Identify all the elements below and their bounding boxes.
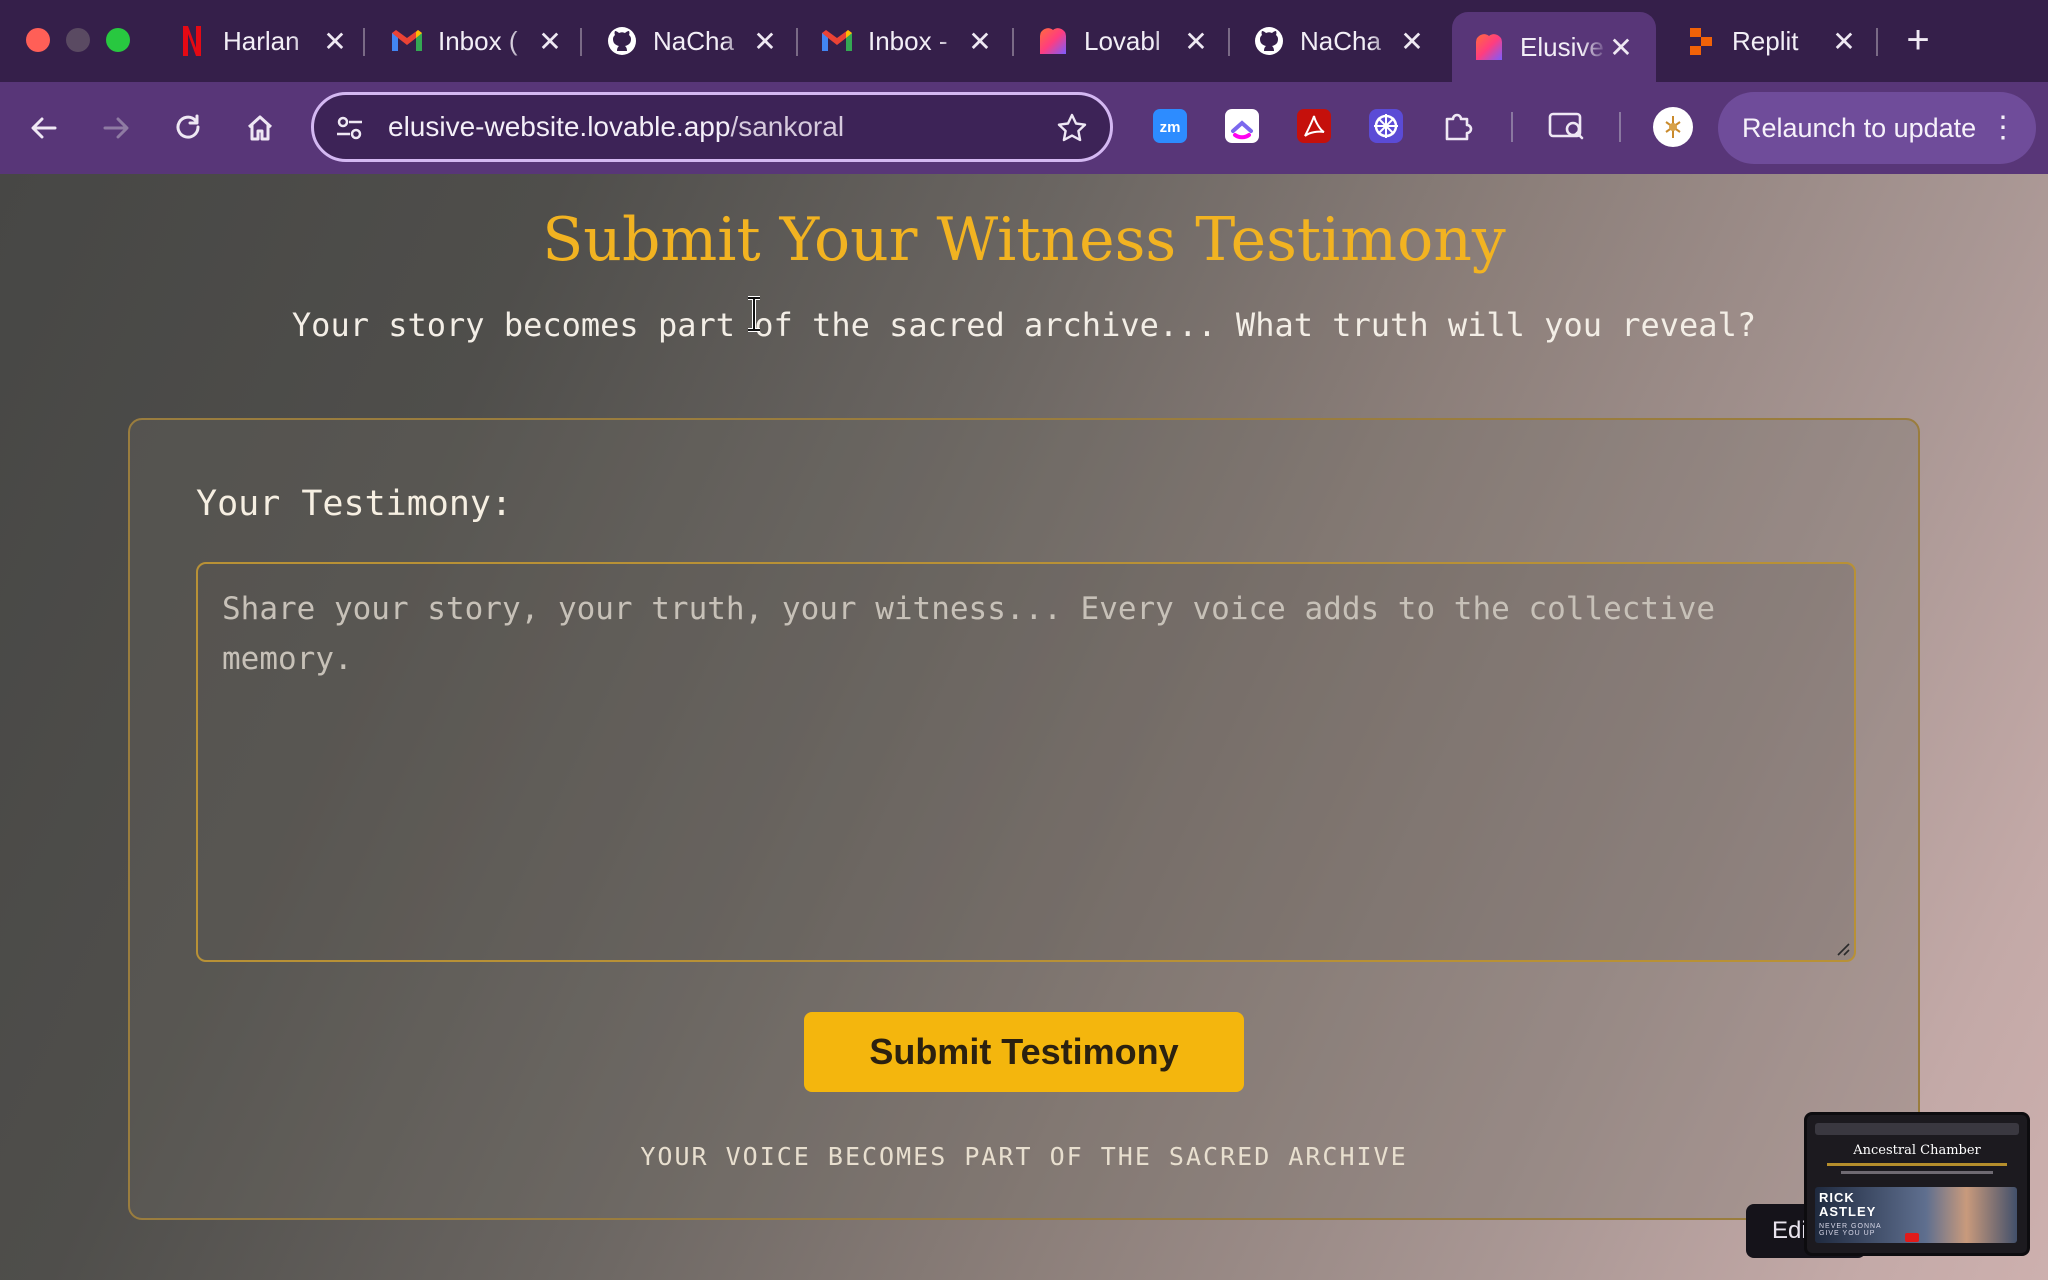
clickup-icon[interactable]	[1225, 109, 1259, 143]
github-icon	[607, 26, 637, 56]
page-title: Submit Your Witness Testimony	[542, 205, 1506, 275]
search-tabs-icon[interactable]	[1548, 109, 1588, 143]
pip-video-subtitle: NEVER GONNA GIVE YOU UP	[1819, 1223, 1882, 1237]
archive-footnote: YOUR VOICE BECOMES PART OF THE SACRED AR…	[640, 1142, 1408, 1171]
more-menu-icon[interactable]: ⋮	[1988, 92, 2018, 164]
gmail-icon	[822, 26, 852, 56]
reload-button[interactable]	[164, 104, 212, 152]
resize-handle-icon[interactable]	[1834, 940, 1850, 956]
reload-icon	[176, 114, 200, 139]
tab-strip: Harlan ✕ Inbox ( ✕ NaCha ✕ Inbox - ✕ Lov…	[0, 0, 2048, 82]
close-tab-icon[interactable]: ✕	[752, 25, 778, 58]
relaunch-label: Relaunch to update	[1742, 113, 1977, 143]
puzzle-icon[interactable]	[1441, 109, 1475, 143]
close-tab-icon[interactable]: ✕	[1608, 31, 1634, 64]
page-subtitle: Your story becomes part of the sacred ar…	[291, 306, 1757, 344]
netflix-icon	[177, 26, 207, 56]
relaunch-to-update-button[interactable]: Relaunch to update ⋮	[1718, 92, 2036, 164]
tab-replit[interactable]: Replit ✕	[1664, 12, 1879, 70]
window-minimize-button[interactable]	[66, 28, 90, 52]
avatar[interactable]	[1653, 107, 1693, 147]
close-tab-icon[interactable]: ✕	[322, 25, 348, 58]
tab-label: Lovabl	[1084, 25, 1161, 56]
url-path: /sankoral	[730, 111, 845, 142]
tab-divider	[1012, 28, 1014, 56]
url-host: elusive-website.lovable.app	[388, 111, 731, 142]
acrobat-icon[interactable]	[1297, 109, 1331, 143]
home-button[interactable]	[236, 104, 284, 152]
tab-lovable[interactable]: Lovabl ✕	[1016, 12, 1231, 70]
close-tab-icon[interactable]: ✕	[1183, 25, 1209, 58]
tab-nacha-2[interactable]: NaCha ✕	[1232, 12, 1447, 70]
toolbar-divider	[1511, 112, 1513, 142]
tab-label: Elusive	[1520, 31, 1604, 62]
text-cursor-icon	[748, 296, 760, 332]
tab-harlan[interactable]: Harlan ✕	[155, 12, 370, 70]
tab-divider	[1228, 28, 1230, 56]
new-tab-button[interactable]: +	[1896, 18, 1940, 62]
arrow-left-icon	[31, 117, 57, 139]
close-tab-icon[interactable]: ✕	[537, 25, 563, 58]
address-bar[interactable]: elusive-website.lovable.app/sankoral	[311, 92, 1113, 162]
tab-elusive-active[interactable]: Elusive ✕	[1452, 12, 1656, 82]
github-icon	[1254, 26, 1284, 56]
tab-label: NaCha	[1300, 25, 1381, 56]
toolbar-divider	[1619, 112, 1621, 142]
lovable-icon	[1038, 26, 1068, 56]
pip-divider	[1841, 1171, 1993, 1174]
gmail-icon	[392, 26, 422, 56]
pip-browser-bar	[1815, 1123, 2019, 1135]
pip-divider	[1827, 1163, 2007, 1166]
pip-title: Ancestral Chamber	[1853, 1143, 1981, 1158]
replit-icon	[1686, 26, 1716, 56]
pip-video-title: RICK ASTLEY	[1819, 1190, 1877, 1219]
tab-label: Inbox (	[438, 25, 518, 56]
site-settings-icon[interactable]	[334, 112, 366, 149]
tab-divider	[580, 28, 582, 56]
window-maximize-button[interactable]	[106, 28, 130, 52]
testimony-label: Your Testimony:	[196, 484, 513, 524]
window-close-button[interactable]	[26, 28, 50, 52]
testimony-form: Your Testimony: Share your story, your t…	[128, 418, 1920, 1220]
close-tab-icon[interactable]: ✕	[1399, 25, 1425, 58]
tab-nacha-1[interactable]: NaCha ✕	[585, 12, 800, 70]
svg-text:zm: zm	[1160, 119, 1181, 136]
bookmark-star-icon[interactable]	[1056, 112, 1088, 149]
tab-divider	[363, 28, 365, 56]
tab-label: NaCha	[653, 25, 734, 56]
back-button[interactable]	[20, 104, 68, 152]
home-icon	[247, 115, 273, 141]
url-text: elusive-website.lovable.app/sankoral	[388, 95, 844, 159]
perplexity-icon[interactable]	[1369, 109, 1403, 143]
tab-divider	[1876, 28, 1878, 56]
picture-in-picture-preview[interactable]: Ancestral Chamber RICK ASTLEY NEVER GONN…	[1804, 1112, 2030, 1256]
tab-label: Inbox -	[868, 25, 948, 56]
tab-inbox-1[interactable]: Inbox ( ✕	[370, 12, 585, 70]
testimony-placeholder: Share your story, your truth, your witne…	[222, 591, 1716, 677]
close-tab-icon[interactable]: ✕	[1831, 25, 1857, 58]
zoom-icon[interactable]: zm	[1153, 109, 1187, 143]
tab-label: Harlan	[223, 25, 300, 56]
arrow-right-icon	[103, 117, 129, 139]
youtube-play-icon	[1905, 1233, 1919, 1242]
tab-label: Replit	[1732, 25, 1799, 56]
forward-button[interactable]	[92, 104, 140, 152]
tab-divider	[796, 28, 798, 56]
testimony-textarea[interactable]: Share your story, your truth, your witne…	[196, 562, 1856, 962]
tab-inbox-2[interactable]: Inbox - ✕	[800, 12, 1015, 70]
close-tab-icon[interactable]: ✕	[967, 25, 993, 58]
lovable-icon	[1474, 32, 1504, 62]
page-content: Submit Your Witness Testimony Your story…	[0, 174, 2048, 1280]
submit-testimony-button[interactable]: Submit Testimony	[804, 1012, 1244, 1092]
